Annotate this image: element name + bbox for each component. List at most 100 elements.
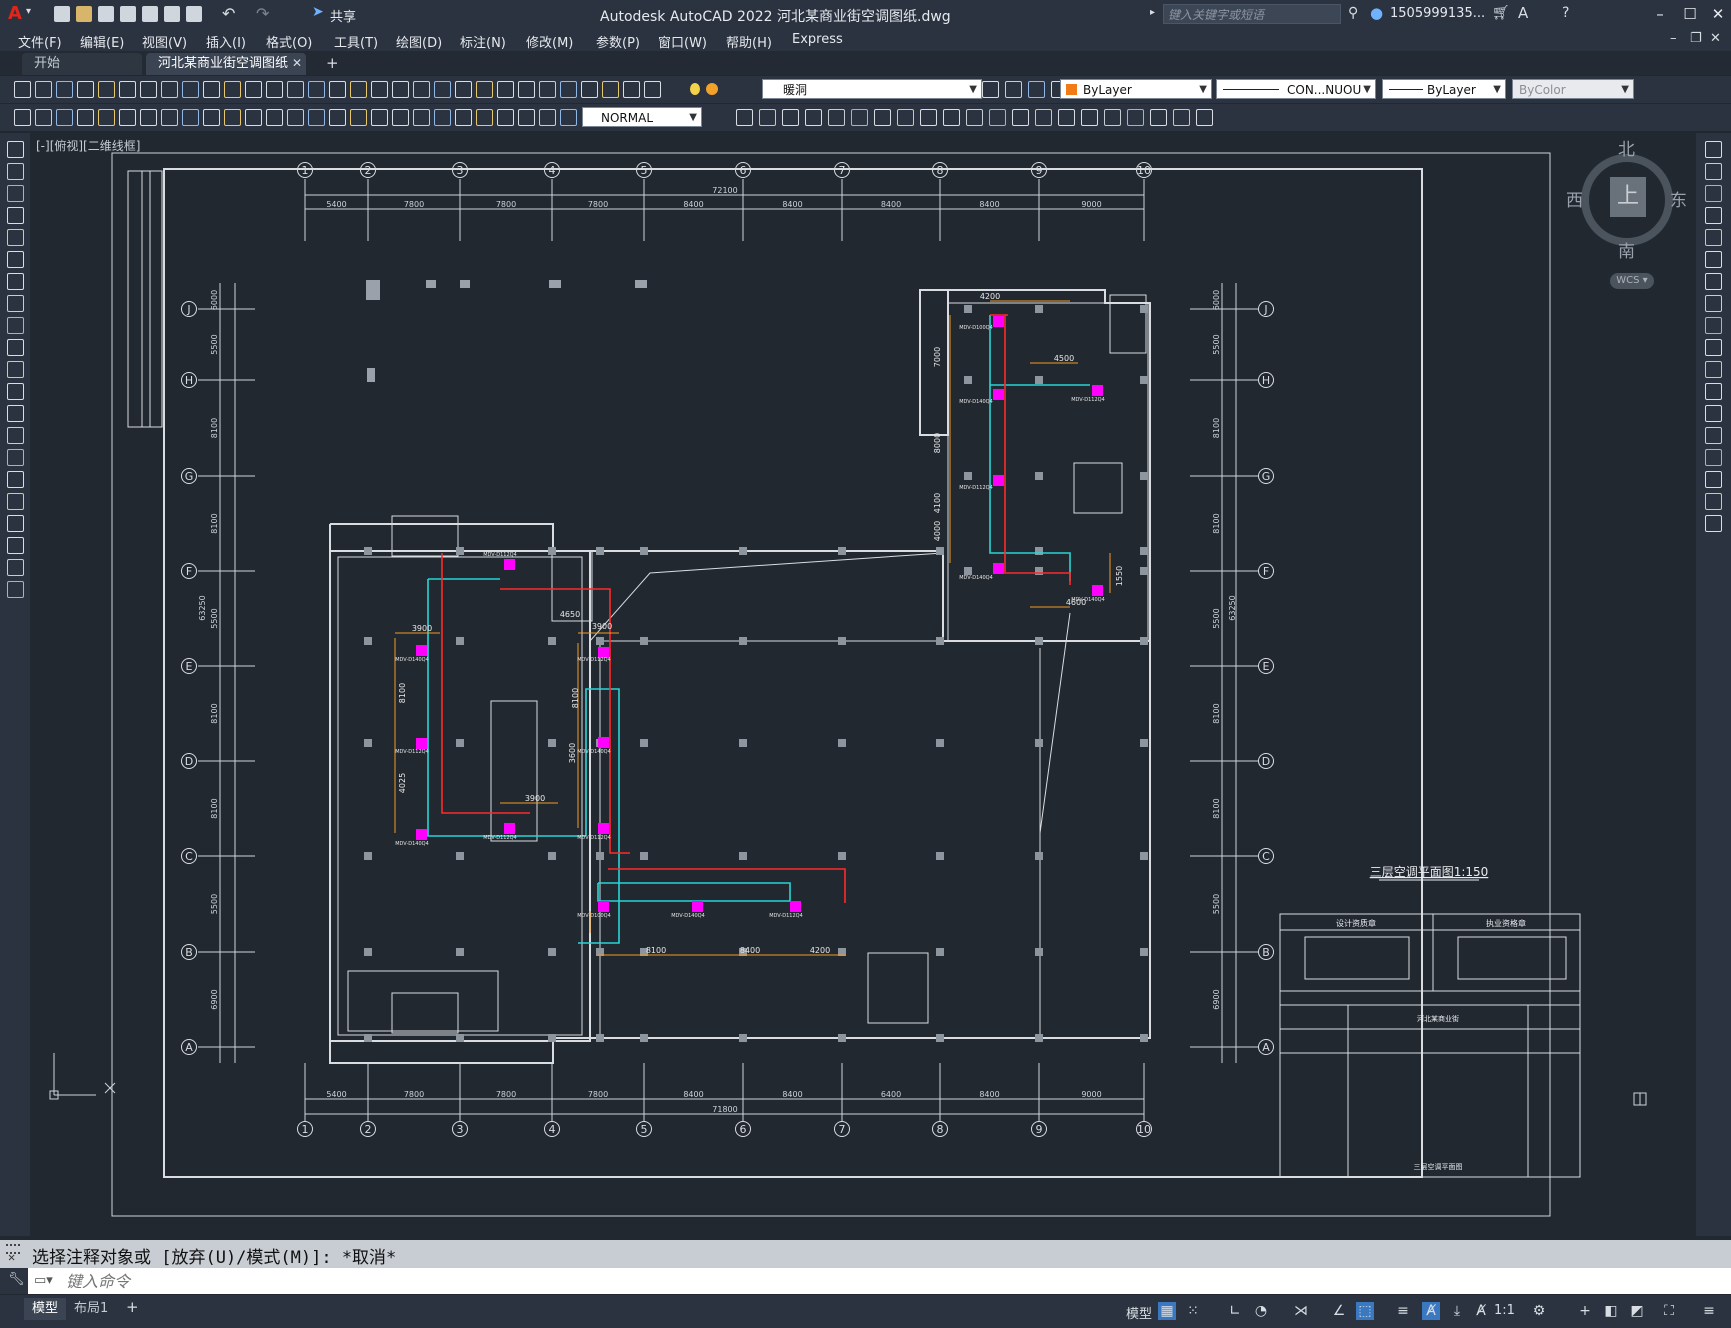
draw-tool-icon[interactable] (851, 109, 868, 126)
annotation-scale-icon[interactable]: Ⱥ (1472, 1302, 1490, 1320)
draw-icon[interactable] (7, 537, 24, 554)
selection-cycling-icon[interactable]: ⬚ (1356, 1302, 1374, 1320)
tool-icon[interactable] (497, 81, 514, 98)
polar-icon[interactable]: ◔ (1252, 1302, 1270, 1320)
modify-icon[interactable] (1705, 405, 1722, 422)
doc-minimize-icon[interactable]: – (1670, 31, 1677, 46)
tool-icon[interactable] (539, 81, 556, 98)
tool-icon[interactable] (413, 81, 430, 98)
draw-icon[interactable] (7, 317, 24, 334)
command-close-icon[interactable]: ✕ (8, 1250, 15, 1264)
draw-icon[interactable] (7, 361, 24, 378)
tool-icon[interactable] (35, 81, 52, 98)
settings-gear-icon[interactable]: ⚙ (1530, 1302, 1548, 1320)
modify-icon[interactable] (1705, 361, 1722, 378)
menu-draw[interactable]: 绘图(D) (396, 32, 442, 51)
isolate-icon[interactable]: ◧ (1602, 1302, 1620, 1320)
draw-tool-icon[interactable] (897, 109, 914, 126)
compass-west[interactable]: 西 (1566, 186, 1583, 211)
draw-tool-icon[interactable] (1196, 109, 1213, 126)
tool-icon[interactable] (14, 81, 31, 98)
tab-start[interactable]: 开始 (22, 53, 142, 75)
menu-help[interactable]: 帮助(H) (726, 32, 772, 51)
menu-edit[interactable]: 编辑(E) (80, 32, 124, 51)
add-layout-icon[interactable]: + (126, 1298, 139, 1316)
modify-icon[interactable] (1705, 449, 1722, 466)
open-folder-icon[interactable] (76, 6, 92, 22)
customize-icon[interactable]: ≡ (1700, 1302, 1718, 1320)
draw-icon[interactable] (7, 493, 24, 510)
tool-icon[interactable] (350, 81, 367, 98)
annotation-visibility-icon[interactable]: Ⱥ (1422, 1302, 1440, 1320)
doc-close-icon[interactable]: ✕ (1710, 31, 1721, 46)
menu-express[interactable]: Express (792, 32, 843, 47)
tool-icon[interactable] (266, 81, 283, 98)
viewport-controls[interactable]: [-][俯视][二维线框] (36, 137, 140, 154)
tool-icon[interactable] (119, 81, 136, 98)
modify-icon[interactable] (1705, 207, 1722, 224)
tool-icon[interactable] (56, 81, 73, 98)
model-space-button[interactable]: 模型 (1126, 1303, 1152, 1322)
modify-icon[interactable] (1705, 383, 1722, 400)
draw-icon[interactable] (7, 581, 24, 598)
menu-modify[interactable]: 修改(M) (526, 32, 573, 51)
menu-window[interactable]: 窗口(W) (658, 32, 707, 51)
tool-icon[interactable] (476, 81, 493, 98)
search-icon[interactable]: ⚲ (1348, 5, 1358, 21)
ortho-icon[interactable]: ∟ (1226, 1302, 1244, 1320)
tool-icon[interactable] (161, 81, 178, 98)
tool-icon[interactable] (518, 81, 535, 98)
tool-icon[interactable] (245, 81, 262, 98)
draw-icon[interactable] (7, 251, 24, 268)
draw-tool-icon[interactable] (308, 109, 325, 126)
draw-tool-icon[interactable] (182, 109, 199, 126)
draw-tool-icon[interactable] (455, 109, 472, 126)
draw-tool-icon[interactable] (287, 109, 304, 126)
new-tab-icon[interactable]: + (326, 54, 339, 72)
draw-icon[interactable] (7, 559, 24, 576)
search-input[interactable]: 键入关键字或短语 (1163, 4, 1341, 24)
draw-tool-icon[interactable] (1173, 109, 1190, 126)
draw-tool-icon[interactable] (350, 109, 367, 126)
draw-tool-icon[interactable] (1104, 109, 1121, 126)
menu-format[interactable]: 格式(O) (266, 32, 312, 51)
chevron-right-icon[interactable]: ▸ (1150, 7, 1155, 18)
draw-tool-icon[interactable] (805, 109, 822, 126)
chevron-down-icon[interactable]: ▾ (26, 6, 31, 17)
user-icon[interactable]: ● (1370, 4, 1383, 22)
close-button[interactable]: ✕ (1708, 4, 1728, 24)
layer-dropdown[interactable]: 暖洞 ▼ (762, 79, 982, 99)
tool-icon[interactable] (623, 81, 640, 98)
tool-icon[interactable] (560, 81, 577, 98)
layer-tool-icon[interactable] (1028, 81, 1045, 98)
minimize-button[interactable]: – (1650, 4, 1670, 24)
grid-icon[interactable]: ▦ (1158, 1302, 1176, 1320)
draw-tool-icon[interactable] (476, 109, 493, 126)
draw-icon[interactable] (7, 405, 24, 422)
tool-icon[interactable] (98, 81, 115, 98)
draw-tool-icon[interactable] (518, 109, 535, 126)
tool-icon[interactable] (371, 81, 388, 98)
viewcube-top-face[interactable]: 上 (1610, 177, 1646, 217)
draw-tool-icon[interactable] (203, 109, 220, 126)
draw-tool-icon[interactable] (782, 109, 799, 126)
modify-icon[interactable] (1705, 163, 1722, 180)
draw-tool-icon[interactable] (828, 109, 845, 126)
lineweight-icon[interactable]: ≡ (1394, 1302, 1412, 1320)
draw-icon[interactable] (7, 295, 24, 312)
redo-icon[interactable]: ↷ (256, 4, 269, 23)
draw-tool-icon[interactable] (14, 109, 31, 126)
layer-sun-icon[interactable] (706, 83, 718, 95)
draw-icon[interactable] (7, 141, 24, 158)
customize-wrench-icon[interactable]: 🔧︎ (8, 1272, 25, 1287)
maximize-button[interactable]: ☐ (1680, 4, 1700, 24)
draw-icon[interactable] (7, 339, 24, 356)
command-prompt-icon[interactable]: ▭▾ (34, 1273, 53, 1288)
draw-tool-icon[interactable] (245, 109, 262, 126)
tab-model[interactable]: 模型 (24, 1298, 67, 1320)
plus-icon[interactable]: + (1576, 1302, 1594, 1320)
modify-icon[interactable] (1705, 339, 1722, 356)
new-file-icon[interactable] (54, 6, 70, 22)
tool-icon[interactable] (224, 81, 241, 98)
lineweight-dropdown[interactable]: ByLayer ▼ (1382, 79, 1506, 99)
